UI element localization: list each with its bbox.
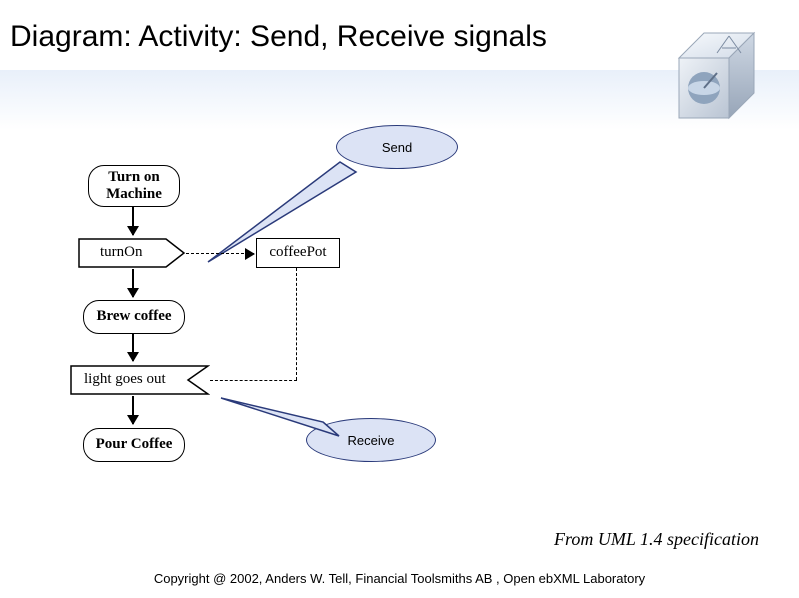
dashed-vertical	[296, 268, 297, 380]
slide-title: Diagram: Activity: Send, Receive signals	[10, 20, 547, 54]
activity-turn-on-machine: Turn on Machine	[88, 165, 180, 207]
source-text: From UML 1.4 specification	[554, 529, 759, 550]
arrow-1	[132, 207, 134, 235]
activity-brew-coffee: Brew coffee	[83, 300, 185, 334]
slide: Diagram: Activity: Send, Receive signals	[0, 0, 799, 598]
logo-cube	[659, 18, 779, 138]
copyright-text: Copyright @ 2002, Anders W. Tell, Financ…	[0, 571, 799, 586]
receive-signal-label: light goes out	[84, 371, 166, 388]
send-signal-label: turnOn	[100, 244, 143, 261]
arrow-4	[132, 396, 134, 424]
turn-on-line2: Machine	[106, 186, 162, 202]
dashed-horizontal-return	[210, 380, 297, 381]
brew-label: Brew coffee	[96, 308, 171, 325]
turn-on-line1: Turn on	[108, 169, 160, 185]
pour-label: Pour Coffee	[96, 436, 173, 453]
activity-diagram: Turn on Machine turnOn coffeePot Brew co…	[60, 120, 460, 520]
object-coffeepot: coffeePot	[256, 238, 340, 268]
dashed-to-coffeepot	[186, 253, 254, 254]
coffeepot-label: coffeePot	[269, 244, 326, 261]
activity-pour-coffee: Pour Coffee	[83, 428, 185, 462]
arrow-3	[132, 333, 134, 361]
arrow-2	[132, 269, 134, 297]
